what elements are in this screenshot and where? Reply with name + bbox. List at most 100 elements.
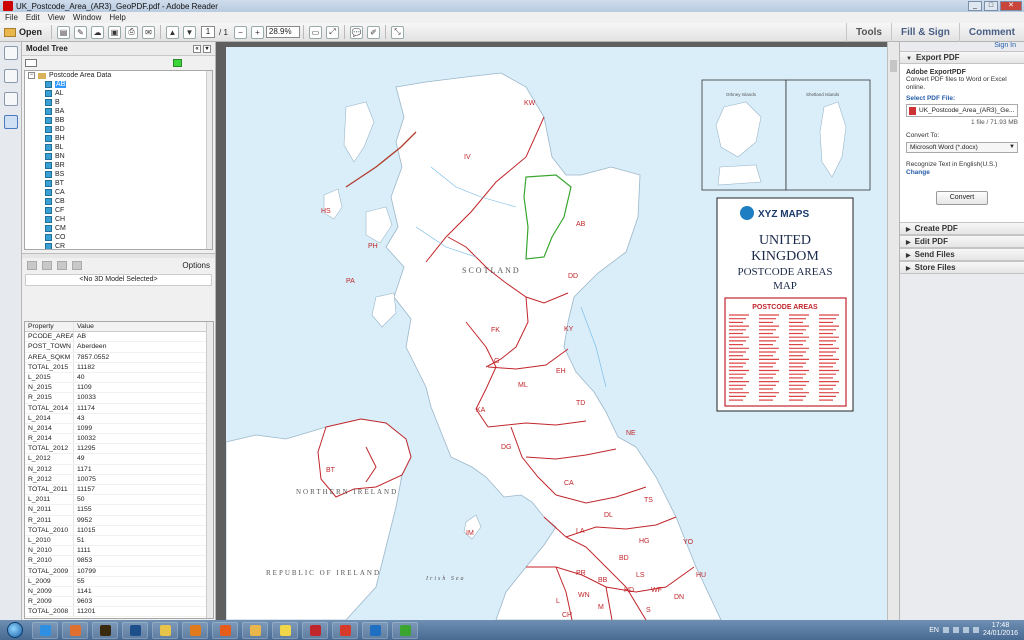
table-row[interactable]: L_2015 40 [25,372,213,384]
section-export-pdf[interactable]: ▼ Export PDF [900,51,1024,64]
visibility-checkbox-icon[interactable] [45,216,52,223]
tree-item-bd[interactable]: BD [25,125,212,134]
table-row[interactable]: R_2009 9603 [25,597,213,608]
tree-item-ca[interactable]: CA [25,188,212,197]
tab-comment[interactable]: Comment [958,23,1024,42]
tree-root[interactable]: − Postcode Area Data [25,71,212,80]
previous-page-icon[interactable]: ▲ [166,25,180,39]
properties-scrollbar[interactable] [206,322,213,618]
vlc-taskbar-button[interactable] [182,621,208,639]
start-button[interactable] [0,620,30,640]
convert-button[interactable]: Convert [936,191,988,205]
email-icon[interactable]: ✉ [142,25,156,39]
document-scrollbar[interactable] [887,42,899,620]
maximize-button[interactable]: □ [984,1,998,11]
tree-item-br[interactable]: BR [25,161,212,170]
table-row[interactable]: TOTAL_2014 11174 [25,403,213,414]
tree-item-b[interactable]: B [25,98,212,107]
table-row[interactable]: N_2014 1099 [25,423,213,435]
minimize-button[interactable]: _ [968,1,982,11]
visibility-checkbox-icon[interactable] [45,135,52,142]
visibility-checkbox-icon[interactable] [45,99,52,106]
ie-taskbar-button[interactable] [32,621,58,639]
tree-item-bs[interactable]: BS [25,170,212,179]
visibility-checkbox-icon[interactable] [45,171,52,178]
photoshop-taskbar-button[interactable] [122,621,148,639]
table-row[interactable]: PCODE_AREA AB [25,332,213,343]
tree-item-co[interactable]: CO [25,233,212,242]
options-menu[interactable]: Options [182,261,210,270]
model-tree-icon[interactable] [3,115,18,129]
table-row[interactable]: L_2009 55 [25,576,213,587]
camera-icon[interactable] [27,260,37,270]
outlook-taskbar-button[interactable] [362,621,388,639]
delete-icon[interactable] [42,260,52,270]
network-icon[interactable] [972,627,979,633]
color-swatch[interactable] [173,59,182,67]
language-indicator[interactable]: EN [929,627,939,634]
save-icon[interactable]: ▣ [108,25,122,39]
scrollbar-thumb[interactable] [890,60,897,72]
pages-icon[interactable] [3,46,18,60]
collapse-panel-button[interactable]: « [193,44,201,53]
visibility-checkbox-icon[interactable] [45,180,52,187]
visibility-checkbox-icon[interactable] [45,189,52,196]
convert-to-select[interactable]: Microsoft Word (*.docx) ▼ [906,142,1018,153]
zoom-level-select[interactable]: 28.9% [265,26,300,38]
menu-window[interactable]: Window [73,13,101,22]
visibility-checkbox-icon[interactable] [45,108,52,115]
visibility-checkbox-icon[interactable] [45,234,52,241]
print-icon[interactable]: ⎙ [125,25,139,39]
view-options-icon[interactable] [25,59,37,67]
panel-options-button[interactable]: ▾ [203,44,211,53]
tray-icon[interactable] [942,627,949,633]
tab-tools[interactable]: Tools [846,23,891,42]
tree-item-cb[interactable]: CB [25,197,212,206]
next-page-icon[interactable]: ▼ [183,25,197,39]
volume-icon[interactable] [962,627,969,633]
zoom-in-icon[interactable]: + [250,25,264,39]
tab-fill-sign[interactable]: Fill & Sign [890,23,959,42]
evernote-taskbar-button[interactable] [392,621,418,639]
visibility-checkbox-icon[interactable] [45,153,52,160]
table-row[interactable]: R_2010 9853 [25,556,213,567]
sign-in-link[interactable]: Sign In [900,42,1024,51]
table-row[interactable]: R_2012 10075 [25,474,213,485]
properties-icon[interactable] [57,260,67,270]
selected-file[interactable]: UK_Postcode_Area_(AR3)_Ge... [906,104,1018,117]
lock-icon[interactable] [72,260,82,270]
section-edit-pdf[interactable]: ▶ Edit PDF [900,235,1024,248]
zoom-out-icon[interactable]: − [233,25,247,39]
firefox-taskbar-button[interactable] [212,621,238,639]
folder-taskbar-button[interactable] [242,621,268,639]
tree-item-al[interactable]: AL [25,89,212,98]
visibility-checkbox-icon[interactable] [45,126,52,133]
visibility-checkbox-icon[interactable] [45,225,52,232]
create-pdf-icon[interactable]: ▤ [57,25,71,39]
uk-postcode-map[interactable]: KW IV HS PH AB DD PA FK KY G EH ML KA TD… [226,47,888,620]
media-player-taskbar-button[interactable] [62,621,88,639]
highlight-icon[interactable]: ✐ [366,25,380,39]
notes-taskbar-button[interactable] [272,621,298,639]
tree-item-bh[interactable]: BH [25,134,212,143]
table-row[interactable]: TOTAL_2010 11015 [25,525,213,536]
column-header-value[interactable]: Value [74,322,94,331]
table-row[interactable]: N_2012 1171 [25,464,213,475]
menu-help[interactable]: Help [109,13,125,22]
comment-icon[interactable]: 💬 [349,25,363,39]
tree-item-bl[interactable]: BL [25,143,212,152]
visibility-checkbox-icon[interactable] [45,198,52,205]
table-row[interactable]: N_2015 1109 [25,383,213,394]
attachment-icon[interactable] [3,69,18,83]
visibility-checkbox-icon[interactable] [45,207,52,214]
table-row[interactable]: AREA_SQKM 7857.0552 [25,352,213,363]
layers-icon[interactable] [3,92,18,106]
collapse-toggle-icon[interactable]: − [28,72,35,79]
open-button[interactable]: Open [0,27,48,37]
column-header-property[interactable]: Property [25,322,74,332]
table-row[interactable]: L_2012 49 [25,454,213,465]
menu-edit[interactable]: Edit [26,13,40,22]
tray-icon[interactable] [952,627,959,633]
visibility-checkbox-icon[interactable] [45,117,52,124]
menu-view[interactable]: View [48,13,65,22]
